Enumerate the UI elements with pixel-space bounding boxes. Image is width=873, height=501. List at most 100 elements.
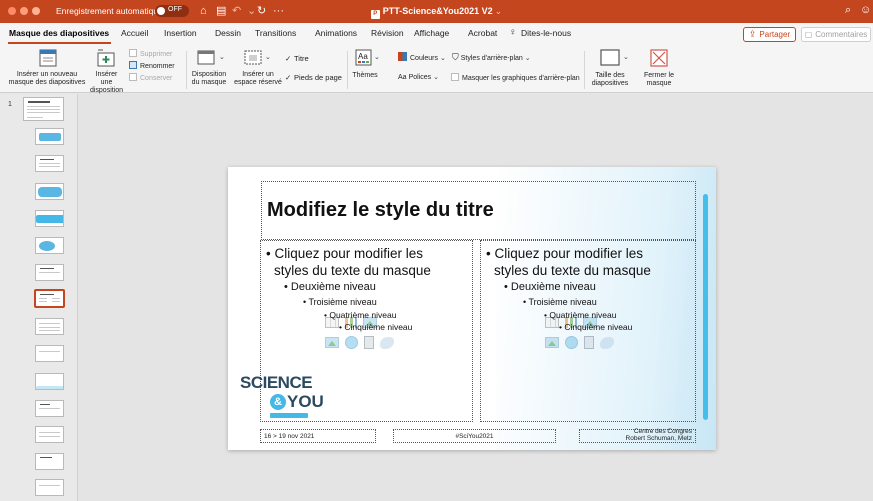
tab-view[interactable]: Affichage (414, 28, 449, 38)
footer-text-placeholder[interactable]: #SciYou2021 (393, 429, 556, 443)
tab-slide-master[interactable]: Masque des diapositives (9, 28, 109, 38)
body-level-4: • Quatrième niveau (324, 310, 397, 320)
more-icon[interactable]: ··· (273, 4, 284, 18)
hide-background-graphics-checkbox[interactable]: Masquer les graphiques d'arrière-plan (451, 73, 580, 84)
thumbnail-slide-master[interactable] (23, 97, 64, 121)
body-level-5: • Cinquième niveau (339, 322, 413, 332)
insert-placeholder-label: Insérer un espace réservé (234, 71, 282, 86)
close-master-label: Fermer le masque (644, 72, 674, 87)
content-icons-row-2 (325, 336, 394, 349)
redo-icon[interactable]: ↻ (257, 4, 266, 18)
thumbnail-layout[interactable] (35, 264, 64, 281)
autosave-toggle[interactable]: OFF (155, 5, 189, 17)
body-placeholder-right[interactable]: • Cliquez pour modifier les styles du te… (480, 240, 696, 422)
smiley-icon[interactable]: ☺ (860, 4, 871, 16)
tab-insert[interactable]: Insertion (164, 28, 197, 38)
undo-dropdown-chevron-icon[interactable]: ⌄ (247, 4, 256, 18)
title-bar: Enregistrement automatique OFF ⌂ ▤ ↶ ⌄ ↻… (0, 0, 873, 23)
video-icon[interactable] (584, 336, 594, 349)
search-icon[interactable]: ⌕ (845, 4, 851, 17)
title-checkbox[interactable]: ✓ Titre (285, 54, 309, 63)
body-level-5: • Cinquième niveau (559, 322, 633, 332)
footer-date-placeholder[interactable]: 16 > 19 nov 2021 (260, 429, 376, 443)
chevron-down-icon: ⌄ (439, 55, 446, 62)
thumb-line (52, 301, 60, 302)
tab-transitions[interactable]: Transitions (255, 28, 296, 38)
thumbnail-layout[interactable] (35, 237, 64, 254)
title-chevron-icon[interactable]: ⌄ (495, 6, 503, 16)
toggle-knob (157, 7, 165, 15)
colors-dropdown[interactable]: Couleurs ⌄ (398, 52, 446, 64)
thumbnail-layout[interactable] (35, 128, 64, 145)
thumbnail-layout-selected[interactable] (34, 289, 65, 308)
thumbnail-layout[interactable] (35, 479, 64, 496)
body-level-2: • Deuxième niveau (504, 281, 596, 293)
footer-date-text: 16 > 19 nov 2021 (264, 432, 315, 440)
rename-button[interactable]: Renommer (129, 61, 175, 72)
tab-animations[interactable]: Animations (315, 28, 357, 38)
thumb-shape (39, 133, 61, 141)
save-icon[interactable]: ▤ (216, 4, 226, 18)
footer-hashtag-text: #SciYou2021 (455, 432, 494, 440)
thumb-shape (38, 187, 62, 197)
icons-icon[interactable] (380, 336, 394, 349)
tab-home[interactable]: Accueil (121, 28, 148, 38)
picture-icon[interactable] (325, 337, 339, 348)
title-placeholder[interactable]: Modifiez le style du titre (261, 181, 696, 240)
svg-text:Aa: Aa (358, 52, 368, 61)
zoom-window-button[interactable] (32, 7, 40, 15)
fonts-dropdown[interactable]: Aa Polices ⌄ (398, 73, 439, 83)
tab-review[interactable]: Révision (371, 28, 404, 38)
home-icon[interactable]: ⌂ (200, 4, 207, 18)
delete-button[interactable]: Supprimer (129, 49, 172, 60)
thumb-line (27, 106, 60, 107)
thumb-line (39, 298, 47, 299)
master-layout-icon (197, 50, 215, 65)
icons-icon[interactable] (600, 336, 614, 349)
body-level-4: • Quatrième niveau (544, 310, 617, 320)
footers-checkbox[interactable]: ✓ Pieds de page (285, 73, 342, 82)
comments-button[interactable]: ▢ Commentaires (801, 27, 871, 42)
tab-acrobat[interactable]: Acrobat (468, 28, 497, 38)
video-icon[interactable] (364, 336, 374, 349)
lightbulb-icon: ♀ (509, 27, 517, 38)
delete-icon (129, 49, 137, 57)
minimize-window-button[interactable] (20, 7, 28, 15)
share-button[interactable]: ⇪ Partager (743, 27, 796, 42)
thumbnail-layout[interactable] (35, 453, 64, 470)
thumb-line (39, 301, 47, 302)
thumbnail-layout[interactable] (35, 183, 64, 200)
preserve-button[interactable]: Conserver (129, 73, 172, 84)
logo-you-text: YOU (287, 392, 324, 411)
title-placeholder-text: Modifiez le style du titre (267, 199, 494, 221)
thumbnail-layout[interactable] (35, 345, 64, 362)
fonts-label: Polices (408, 74, 432, 81)
undo-icon[interactable]: ↶ (232, 4, 241, 18)
thumbnail-layout[interactable] (35, 400, 64, 417)
tab-draw[interactable]: Dessin (215, 28, 241, 38)
thumb-line (39, 330, 60, 331)
ribbon-separator (186, 51, 187, 89)
footer-location-placeholder[interactable]: Centre des Congres Robert Schuman, Metz (579, 428, 696, 443)
thumbnail-layout[interactable] (35, 373, 64, 390)
background-styles-dropdown[interactable]: ⛉ Styles d'arrière-plan ⌄ (452, 52, 531, 64)
themes-chevron-icon: ⌄ (374, 54, 380, 61)
tell-me-search[interactable]: Dites-le-nous (521, 28, 571, 38)
slide-master[interactable]: Modifiez le style du titre • Cliquez pou… (228, 167, 716, 450)
master-layout-label: Disposition du masque (191, 71, 227, 86)
powerpoint-file-icon: P (370, 10, 380, 19)
checkmark-icon: ✓ (285, 54, 292, 63)
online-picture-icon[interactable] (345, 336, 358, 349)
thumb-shape (36, 386, 63, 389)
picture-icon[interactable] (545, 337, 559, 348)
thumb-title-bar (40, 457, 52, 458)
slide-size-chevron-icon: ⌄ (623, 54, 629, 61)
slide-master-icon (39, 49, 57, 67)
thumbnail-layout[interactable] (35, 210, 64, 227)
thumbnail-layout[interactable] (35, 426, 64, 443)
thumbnail-layout[interactable] (35, 318, 64, 335)
thumbnail-layout[interactable] (35, 155, 64, 172)
online-picture-icon[interactable] (565, 336, 578, 349)
powerpoint-window: Enregistrement automatique OFF ⌂ ▤ ↶ ⌄ ↻… (0, 0, 873, 501)
close-window-button[interactable] (8, 7, 16, 15)
